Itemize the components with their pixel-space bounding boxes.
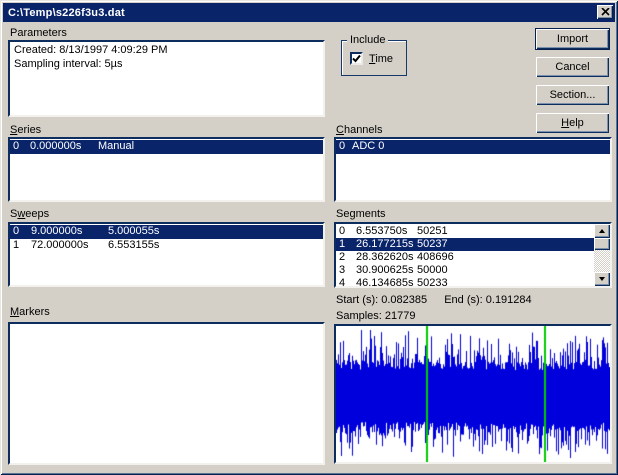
list-item[interactable]: 2 28.362620s 408696 bbox=[336, 251, 594, 264]
help-button[interactable]: Help bbox=[536, 113, 609, 133]
segments-scrollbar[interactable] bbox=[594, 224, 610, 286]
cell-samples: 408696 bbox=[417, 251, 454, 263]
include-group: Include Time bbox=[341, 34, 407, 76]
import-dialog: C:\Temp\s226f3u3.dat Parameters Created:… bbox=[0, 0, 618, 475]
cell-time: 6.553750s bbox=[356, 225, 408, 237]
segments-label: Segments bbox=[336, 208, 386, 220]
cell-start: 72.000000s bbox=[31, 239, 89, 251]
parameter-line-created: Created: 8/13/1997 4:09:29 PM bbox=[14, 44, 168, 56]
cell-samples: 50251 bbox=[417, 225, 448, 237]
close-button[interactable] bbox=[597, 5, 613, 19]
scroll-down-icon bbox=[599, 277, 605, 281]
cell-duration: 6.553155s bbox=[108, 239, 160, 251]
cell-duration: 5.000055s bbox=[108, 225, 160, 237]
list-item[interactable]: 1 72.000000s 6.553155s bbox=[10, 239, 323, 253]
cell-index: 1 bbox=[13, 239, 20, 251]
cell-index: 1 bbox=[339, 238, 346, 250]
checkbox-box[interactable] bbox=[350, 52, 363, 65]
cell-time: 26.177215s bbox=[356, 238, 414, 250]
cell-time: 30.900625s bbox=[356, 264, 414, 276]
list-item[interactable]: 3 30.900625s 50000 bbox=[336, 264, 594, 277]
start-label: Start (s): bbox=[336, 294, 379, 306]
cell-samples: 50237 bbox=[417, 238, 448, 250]
scroll-up-button[interactable] bbox=[594, 224, 610, 238]
parameters-label: Parameters bbox=[10, 27, 67, 39]
cell-time: 46.134685s bbox=[356, 277, 414, 288]
scrollbar-thumb[interactable] bbox=[594, 238, 610, 250]
list-item[interactable]: 1 26.177215s 50237 bbox=[336, 238, 594, 251]
cell-time: 28.362620s bbox=[356, 251, 414, 263]
scroll-up-icon bbox=[599, 229, 605, 233]
cell-index: 0 bbox=[339, 225, 346, 237]
cell-index: 0 bbox=[13, 140, 20, 152]
time-checkbox-label: Time bbox=[369, 52, 394, 65]
time-checkbox[interactable]: Time bbox=[350, 52, 393, 65]
cell-index: 0 bbox=[339, 140, 346, 152]
waveform-panel bbox=[334, 324, 612, 464]
cell-index: 3 bbox=[339, 264, 346, 276]
scroll-down-button[interactable] bbox=[594, 272, 610, 286]
cell-name: ADC 0 bbox=[352, 140, 385, 152]
cell-index: 2 bbox=[339, 251, 346, 263]
import-button[interactable]: Import bbox=[535, 28, 610, 50]
checkmark-icon bbox=[352, 54, 361, 63]
samples-line: Samples: 21779 bbox=[336, 310, 416, 322]
cell-samples: 50000 bbox=[417, 264, 448, 276]
start-end-line: Start (s): 0.082385 End (s): 0.191284 bbox=[336, 294, 532, 306]
window-title: C:\Temp\s226f3u3.dat bbox=[8, 6, 125, 19]
samples-value: 21779 bbox=[384, 310, 416, 322]
parameter-line-sampling: Sampling interval: 5µs bbox=[14, 58, 123, 70]
waveform-plot bbox=[336, 326, 610, 462]
include-group-label: Include bbox=[347, 34, 389, 46]
sweeps-label: Sweeps bbox=[10, 208, 50, 220]
samples-label: Samples: bbox=[336, 310, 382, 322]
cell-start: 9.000000s bbox=[31, 225, 83, 237]
section-button[interactable]: Section... bbox=[536, 85, 609, 105]
list-item[interactable]: 0 9.000000s 5.000055s bbox=[10, 225, 323, 239]
segments-list[interactable]: 0 6.553750s 50251 1 26.177215s 50237 2 28.36262… bbox=[334, 222, 612, 288]
close-icon bbox=[600, 8, 610, 16]
titlebar: C:\Temp\s226f3u3.dat bbox=[3, 3, 615, 22]
series-list[interactable]: 0 0.000000s Manual bbox=[8, 137, 325, 202]
cell-time: 0.000000s bbox=[30, 140, 82, 152]
end-label: End (s): bbox=[444, 294, 483, 306]
channels-label: Channels bbox=[336, 124, 383, 136]
channels-list[interactable]: 0 ADC 0 bbox=[334, 137, 612, 202]
list-item[interactable]: 0 ADC 0 bbox=[336, 140, 610, 154]
cell-samples: 50233 bbox=[417, 277, 448, 288]
cancel-button[interactable]: Cancel bbox=[536, 57, 609, 77]
end-value: 0.191284 bbox=[485, 294, 532, 306]
parameters-box: Created: 8/13/1997 4:09:29 PM Sampling i… bbox=[8, 40, 325, 117]
cell-index: 0 bbox=[13, 225, 20, 237]
markers-list[interactable] bbox=[8, 322, 325, 465]
series-label: Series bbox=[10, 124, 42, 136]
cell-index: 4 bbox=[339, 277, 346, 288]
markers-label: Markers bbox=[10, 306, 50, 318]
cell-mode: Manual bbox=[98, 140, 135, 152]
start-value: 0.082385 bbox=[381, 294, 428, 306]
list-item[interactable]: 4 46.134685s 50233 bbox=[336, 277, 594, 288]
list-item[interactable]: 0 6.553750s 50251 bbox=[336, 225, 594, 238]
list-item[interactable]: 0 0.000000s Manual bbox=[10, 140, 323, 154]
sweeps-list[interactable]: 0 9.000000s 5.000055s 1 72.000000s 6.553155s bbox=[8, 222, 325, 287]
